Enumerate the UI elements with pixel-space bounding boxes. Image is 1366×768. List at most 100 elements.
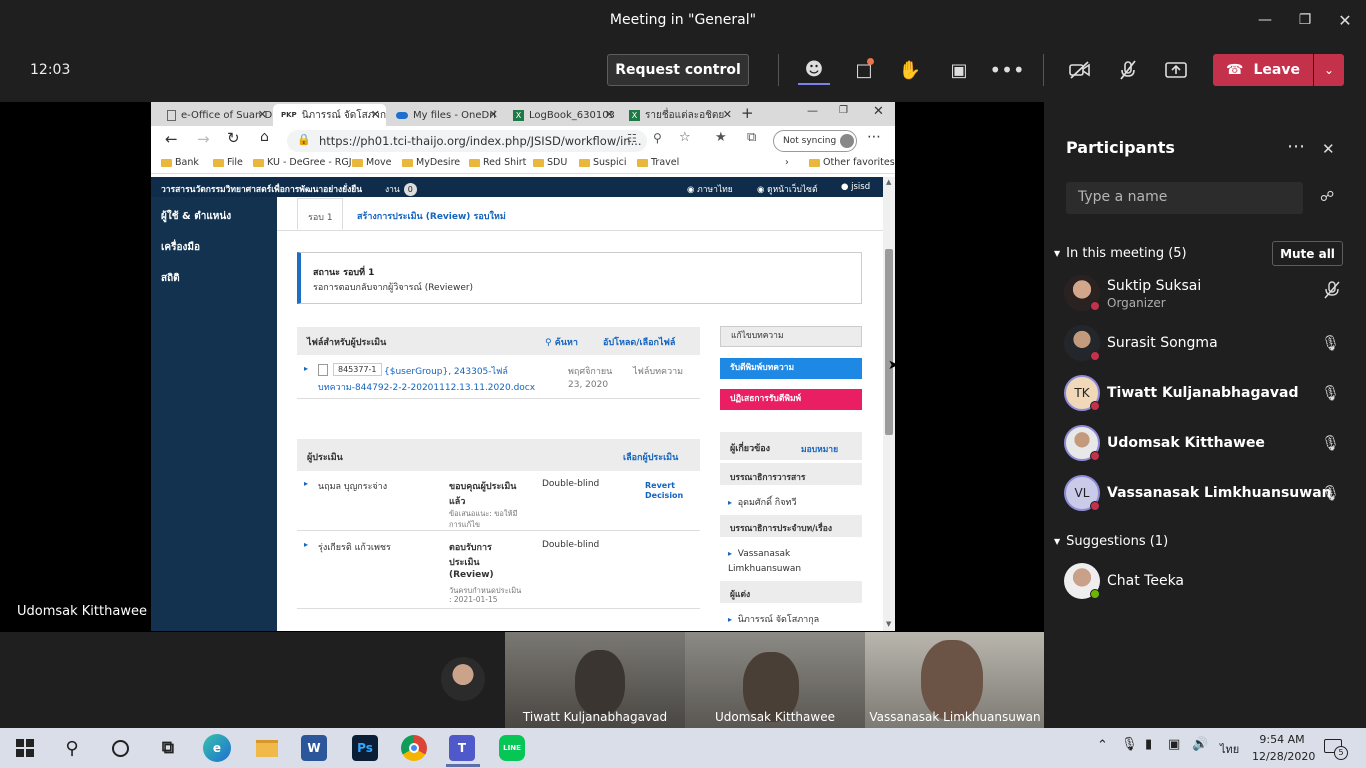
mic-icon[interactable]: 🎙 [1321,334,1340,352]
favorite-suspici[interactable]: Suspici [579,157,627,168]
page-scrollbar-thumb[interactable] [885,249,893,435]
windows-start-icon[interactable] [10,733,40,763]
sidebar-item-statistics[interactable]: สถิติ [161,271,180,286]
browser-tab[interactable]: X รายชื่อแต่ละอชิตย ✕ [621,104,738,126]
in-meeting-section[interactable]: ▼ In this meeting (5) [1054,246,1187,261]
sidebar-item-tools[interactable]: เครื่องมือ [161,240,200,255]
maximize-icon[interactable]: ❐ [1285,0,1325,40]
favorite-sdu[interactable]: SDU [533,157,567,168]
suggested-participant-row[interactable]: Chat Teeka [1064,563,1354,613]
sync-status-button[interactable]: Not syncing [773,130,857,152]
search-icon[interactable]: ⚲ [57,733,87,763]
browser-close-icon[interactable]: ✕ [873,104,884,119]
chrome-icon[interactable] [401,735,427,761]
leave-options-chevron-icon[interactable]: ⌄ [1314,54,1344,86]
tray-battery-icon[interactable]: ▮ [1145,737,1152,752]
participant-row[interactable]: Surasit Songma 🎙 [1064,325,1354,375]
favorite-travel[interactable]: Travel [637,157,679,168]
browser-restore-icon[interactable]: ❐ [839,105,848,116]
user-menu[interactable]: ● jsisd [841,182,870,192]
file-explorer-icon[interactable] [252,733,282,763]
request-control-button[interactable]: Request control [607,54,749,86]
forward-icon[interactable]: → [197,130,210,148]
zoom-icon[interactable]: ⚲ [653,131,662,145]
group-person[interactable]: ▸ อุดมศักดิ์ กิจทวี [728,495,797,509]
participant-row[interactable]: Suktip Suksai Organizer [1064,275,1354,325]
group-person[interactable]: ▸ Vassanasak Limkhuansuwan [728,546,858,577]
share-tray-icon[interactable] [1160,55,1192,85]
address-bar[interactable]: https://ph01.tci-thaijo.org/index.php/JS… [287,130,647,152]
raise-hand-icon[interactable]: ✋ [894,55,926,85]
scroll-down-icon[interactable]: ▼ [886,620,891,628]
tab-close-icon[interactable]: ✕ [723,108,732,121]
video-tile[interactable]: Tiwatt Kuljanabhagavad [505,632,685,728]
close-window-icon[interactable]: ✕ [1325,0,1365,40]
view-site-link[interactable]: ◉ ดูหน้าเว็บไซต์ [757,182,817,196]
tab-close-icon[interactable]: ✕ [605,108,614,121]
mic-off-icon[interactable] [1112,55,1144,85]
tray-volume-icon[interactable]: 🔊 [1192,737,1208,752]
file-link-line1[interactable]: {$userGroup}, 243305-ไฟล์ [384,364,508,378]
collections-icon[interactable]: ⧉ [747,130,756,145]
participant-row[interactable]: VL Vassanasak Limkhuansuwan 🎙 [1064,475,1354,525]
revert-decision-link-line2[interactable]: Decision [645,491,683,500]
word-icon[interactable]: W [301,735,327,761]
expand-row-icon[interactable]: ▸ [304,479,308,488]
home-icon[interactable]: ⌂ [260,129,269,145]
assign-link[interactable]: มอบหมาย [801,442,838,456]
favorite-bank[interactable]: Bank [161,157,199,168]
expand-row-icon[interactable]: ▸ [304,540,308,549]
task-view-icon[interactable]: ⧉ [153,733,183,763]
tray-mic-icon[interactable]: 🎙 [1121,737,1138,752]
language-link[interactable]: ◉ ภาษาไทย [687,182,733,196]
line-icon[interactable]: LINE [499,735,525,761]
favorites-icon[interactable]: ★ [715,130,727,145]
browser-tab[interactable]: My files - OneDri ✕ [388,104,504,126]
files-search-link[interactable]: ⚲ ค้นหา [545,335,578,349]
translate-icon[interactable]: ☷ [627,132,637,145]
room-icon[interactable]: ▣ [943,55,975,85]
favorite-redshirt[interactable]: Red Shirt [469,157,526,168]
video-tile[interactable]: Vassanasak Limkhuansuwan [865,632,1045,728]
decline-publication-button[interactable]: ปฏิเสธการรับตีพิมพ์ [720,389,862,410]
select-reviewer-link[interactable]: เลือกผู้ประเมิน [623,450,678,464]
taskbar-time[interactable]: 9:54 AM [1252,733,1312,746]
browser-tab[interactable]: X LogBook_630103 ✕ [505,104,620,126]
minimize-icon[interactable]: — [1245,0,1285,40]
group-person[interactable]: ▸ นิภารรณ์ จัดโสภากุล [728,612,819,626]
browser-tab[interactable]: e-Office of Suan D ✕ [159,104,273,126]
tab-close-icon[interactable]: ✕ [258,108,267,121]
tray-overflow-chevron-icon[interactable]: ⌃ [1097,738,1108,753]
favorite-mydesire[interactable]: MyDesire [402,157,460,168]
camera-off-icon[interactable] [1064,55,1096,85]
video-tile[interactable]: Udomsak Kitthawee [685,632,865,728]
favorite-star-icon[interactable]: ☆ [679,130,691,145]
back-icon[interactable]: ← [165,130,178,148]
browser-menu-icon[interactable]: ⋯ [867,129,881,145]
favorites-overflow-chevron-icon[interactable]: › [785,157,789,168]
participant-row[interactable]: TK Tiwatt Kuljanabhagavad 🎙 [1064,375,1354,425]
tray-network-icon[interactable]: ▣ [1168,737,1180,752]
mic-off-icon[interactable] [1324,281,1340,303]
suggestions-section[interactable]: ▼ Suggestions (1) [1054,534,1168,549]
participant-row[interactable]: Udomsak Kitthawee 🎙 [1064,425,1354,475]
mute-all-button[interactable]: Mute all [1272,241,1343,266]
browser-tab-active[interactable]: PKP นิภารรณ์ จัดโสภาก ✕ [273,104,386,126]
edit-article-button[interactable]: แก้ไขบทความ [720,326,862,347]
teams-icon[interactable]: T [449,735,475,761]
favorite-file[interactable]: File [213,157,243,168]
accept-publication-button[interactable]: รับตีพิมพ์บทความ [720,358,862,379]
tab-close-icon[interactable]: ✕ [489,108,498,121]
cortana-icon[interactable] [105,733,135,763]
participant-search-input[interactable]: Type a name [1066,182,1303,214]
new-tab-icon[interactable]: + [741,104,754,122]
chat-icon[interactable]: □ [848,55,880,85]
edge-icon[interactable]: e [203,734,231,762]
photoshop-icon[interactable]: Ps [352,735,378,761]
journal-title[interactable]: วารสารนวัตกรรมวิทยาศาสตร์เพื่อการพัฒนาอย… [161,182,362,196]
taskbar-date[interactable]: 12/28/2020 [1252,750,1315,763]
browser-minimize-icon[interactable]: — [807,104,818,117]
participants-icon[interactable]: ☻ [798,55,830,85]
file-link-line2[interactable]: บทความ-844792-2-2-20201112.13.11.2020.do… [318,380,535,394]
mic-icon[interactable]: 🎙 [1321,434,1340,452]
